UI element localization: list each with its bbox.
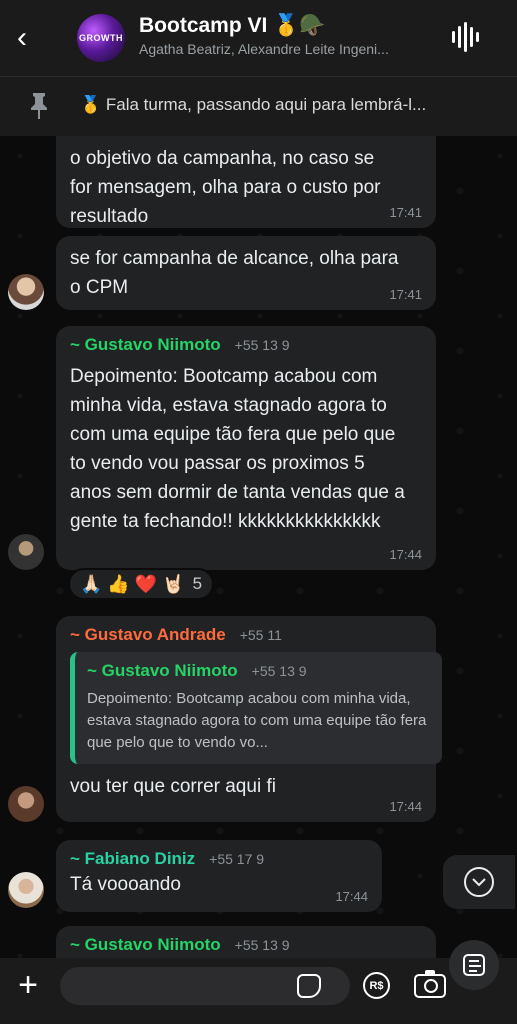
sticker-icon[interactable] <box>297 974 321 998</box>
message-bubble[interactable]: ~ Gustavo Andrade +55 11 ~ Gustavo Niimot… <box>56 616 442 822</box>
sender-label: ~ Gustavo Niimoto <box>70 935 221 954</box>
chat-area[interactable]: o objetivo da campanha, no caso se for m… <box>0 136 517 958</box>
quoted-sender: ~ Gustavo Niimoto +55 13 9 <box>87 660 432 682</box>
quoted-text: Depoimento: Bootcamp acabou com minha vi… <box>87 690 427 751</box>
chat-members[interactable]: Agatha Beatriz, Alexandre Leite Ingeni..… <box>139 41 434 57</box>
avatar[interactable] <box>8 872 44 908</box>
sender-name[interactable]: ~ Gustavo Niimoto +55 13 9 <box>70 934 422 956</box>
quoted-message[interactable]: ~ Gustavo Niimoto +55 13 9 Depoimento: Bo… <box>70 652 442 764</box>
payment-label: R$ <box>369 979 384 992</box>
message-text: se for campanha de alcance, olha para o … <box>70 248 399 298</box>
payment-icon[interactable]: R$ <box>363 972 390 999</box>
camera-icon[interactable] <box>414 970 446 998</box>
avatar[interactable] <box>8 534 44 570</box>
sender-phone: +55 13 9 <box>234 937 290 953</box>
pinned-text: 🥇 Fala turma, passando aqui para lembrá-… <box>80 95 427 114</box>
chevron-down-icon <box>464 867 494 897</box>
avatar[interactable] <box>8 274 44 310</box>
composer-bar: + R$ <box>0 958 517 1024</box>
group-avatar[interactable]: GROWTH <box>77 14 125 62</box>
sender-phone: +55 13 9 <box>234 337 290 353</box>
chat-title[interactable]: Bootcamp VI 🥇🪖 <box>139 14 325 38</box>
message-time: 17:44 <box>389 547 422 562</box>
scroll-to-bottom-button[interactable] <box>443 855 515 909</box>
sender-label: ~ Gustavo Niimoto <box>70 335 221 354</box>
message-bubble[interactable]: se for campanha de alcance, olha para o … <box>56 236 436 310</box>
sender-label: ~ Gustavo Andrade <box>70 625 226 644</box>
plus-icon[interactable]: + <box>12 968 44 1002</box>
sender-name[interactable]: ~ Fabiano Diniz +55 17 9 <box>70 848 368 870</box>
sender-phone: +55 17 9 <box>209 851 265 867</box>
message-bubble[interactable]: ~ Gustavo Niimoto +55 13 9 Depoimento: Bo… <box>56 326 436 570</box>
reaction-count: 5 <box>192 574 203 593</box>
pinned-message-bar[interactable]: 🥇 Fala turma, passando aqui para lembrá-… <box>0 76 517 136</box>
sender-name[interactable]: ~ Gustavo Niimoto +55 13 9 <box>70 334 422 356</box>
transcribe-icon[interactable] <box>449 940 499 990</box>
message-text: o objetivo da campanha, no caso se for m… <box>70 148 381 227</box>
sender-label: ~ Fabiano Diniz <box>70 849 196 868</box>
reactions-bar[interactable]: 🙏🏻 👍 ❤️ 🤘🏻 5 <box>68 568 215 600</box>
audio-waveform-icon[interactable] <box>452 22 480 52</box>
message-bubble[interactable]: o objetivo da campanha, no caso se for m… <box>56 136 436 228</box>
chat-header: ‹ GROWTH Bootcamp VI 🥇🪖 Agatha Beatriz, … <box>0 0 517 76</box>
message-text: vou ter que correr aqui fi <box>70 776 276 797</box>
message-text: Depoimento: Bootcamp acabou com minha vi… <box>70 366 405 532</box>
message-time: 17:41 <box>389 287 422 302</box>
message-time: 17:41 <box>389 205 422 220</box>
sender-name[interactable]: ~ Gustavo Andrade +55 11 <box>70 624 422 646</box>
reaction-emojis: 🙏🏻 👍 ❤️ 🤘🏻 <box>80 573 185 594</box>
avatar[interactable] <box>8 786 44 822</box>
quoted-sender-phone: +55 13 9 <box>251 663 307 679</box>
message-bubble[interactable]: ~ Fabiano Diniz +55 17 9 Tá voooando 17:4… <box>56 840 382 912</box>
quoted-sender-label: ~ Gustavo Niimoto <box>87 661 238 680</box>
pin-icon <box>31 93 47 119</box>
message-text: Tá voooando <box>70 874 181 895</box>
message-bubble[interactable]: ~ Gustavo Niimoto +55 13 9 <box>56 926 436 958</box>
sender-phone: +55 11 <box>239 627 282 643</box>
message-time: 17:44 <box>335 889 368 904</box>
group-avatar-text: GROWTH <box>79 33 123 43</box>
document-text-icon <box>463 954 485 976</box>
back-chevron-icon[interactable]: ‹ <box>8 22 36 54</box>
message-time: 17:44 <box>389 799 422 814</box>
